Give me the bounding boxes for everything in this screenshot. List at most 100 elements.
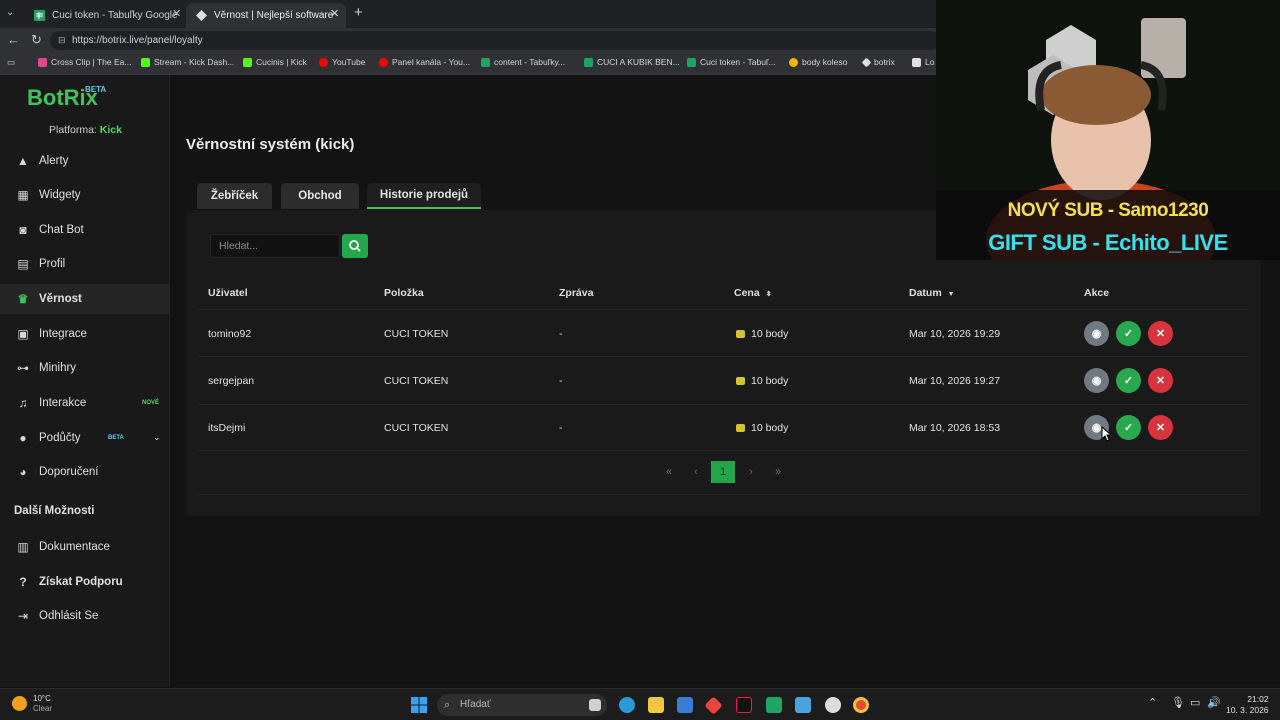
browser-tab-sheets[interactable]: Cuci token - Tabuľky Google xyxy=(24,3,184,28)
cell-item: CUCI TOKEN xyxy=(384,422,449,434)
url-field[interactable]: ⊟ https://botrix.live/panel/loyalty xyxy=(50,31,940,50)
view-button[interactable]: ◉ xyxy=(1084,368,1109,393)
bookmark-item[interactable]: Cross Clip | The Ea... xyxy=(38,57,131,67)
integration-icon: ▣ xyxy=(17,327,29,341)
tab-obchod[interactable]: Obchod xyxy=(281,183,359,209)
close-tab-icon[interactable]: ✕ xyxy=(172,7,181,20)
photos-icon[interactable] xyxy=(795,697,811,713)
pagination-page-1[interactable]: 1 xyxy=(711,461,735,483)
approve-button[interactable]: ✓ xyxy=(1116,321,1141,346)
back-icon[interactable]: ← xyxy=(7,32,20,47)
sheets-icon[interactable] xyxy=(766,697,782,713)
bookmark-item[interactable]: Panel kanála - You... xyxy=(379,57,470,67)
pagination-next[interactable]: › xyxy=(739,461,763,483)
view-button[interactable]: ◉ xyxy=(1084,321,1109,346)
divider xyxy=(198,309,1248,310)
help-icon: ? xyxy=(19,575,27,589)
reject-button[interactable]: ✕ xyxy=(1148,368,1173,393)
weather-icon[interactable] xyxy=(12,696,27,711)
sidebar-item-minihry[interactable]: ⊶ Minihry xyxy=(0,353,170,383)
sidebar-item-odhlasit[interactable]: ⇥ Odhlásit Se xyxy=(0,601,170,631)
pagination-prev[interactable]: ‹ xyxy=(684,461,708,483)
obs-icon[interactable] xyxy=(825,697,841,713)
cell-message: - xyxy=(559,375,563,387)
bookmark-item[interactable]: Cuci token - Tabuľ... xyxy=(687,57,776,67)
volume-icon[interactable]: 🔊 xyxy=(1207,696,1221,709)
sidebar-item-interakce[interactable]: ♫ Interakce NOVÉ xyxy=(0,388,170,418)
column-header-item: Položka xyxy=(384,287,424,299)
bookmark-item[interactable]: Stream - Kick Dash... xyxy=(141,57,234,67)
divider xyxy=(198,356,1248,357)
taskbar-search[interactable]: ⌕ Hľadať xyxy=(437,694,607,716)
close-tab-icon[interactable]: ✕ xyxy=(330,7,339,20)
reject-button[interactable]: ✕ xyxy=(1148,415,1173,440)
windows-start-icon[interactable] xyxy=(411,697,427,713)
bookmark-item[interactable]: Lo xyxy=(912,57,934,67)
app-icon-red[interactable] xyxy=(704,696,723,715)
logo[interactable]: BotRix BETA xyxy=(27,85,106,111)
sidebar-item-alerty[interactable]: ▲ Alerty xyxy=(0,146,170,176)
network-icon[interactable]: ▭ xyxy=(1190,696,1200,709)
sidebar-item-vernost[interactable]: ♛ Věrnost xyxy=(0,284,170,314)
webcam-overlay: NOVÝ SUB - Samo1230 GIFT SUB - Echito_LI… xyxy=(936,0,1280,260)
sidebar-item-dokumentace[interactable]: ▥ Dokumentace xyxy=(0,532,170,562)
edge-icon[interactable] xyxy=(619,697,635,713)
close-icon: ✕ xyxy=(1155,375,1166,387)
column-header-price[interactable]: Cena ⬍ xyxy=(734,287,772,299)
bookmark-item[interactable]: botrix xyxy=(861,57,895,67)
docs-icon: ▥ xyxy=(17,540,29,554)
site-info-icon[interactable]: ⊟ xyxy=(58,31,66,50)
store-icon[interactable] xyxy=(677,697,693,713)
approve-button[interactable]: ✓ xyxy=(1116,368,1141,393)
column-header-date[interactable]: Datum ▼ xyxy=(909,287,955,299)
divider xyxy=(198,494,1248,495)
weather-widget[interactable]: 10°C Clear xyxy=(33,694,52,714)
bookmark-item[interactable]: body koleso xyxy=(789,57,847,67)
mouse-cursor-icon xyxy=(1101,426,1113,442)
robot-icon: ◙ xyxy=(19,223,27,237)
search-input[interactable] xyxy=(210,234,340,258)
tab-list-chevron-icon[interactable]: ⌄ xyxy=(6,7,14,18)
coins-icon xyxy=(736,377,745,385)
bookmark-item[interactable]: Cucinis | Kick xyxy=(243,57,307,67)
search-icon xyxy=(349,240,361,252)
chevron-down-icon[interactable]: ⌄ xyxy=(153,432,161,443)
sort-icon[interactable]: ⬍ xyxy=(766,291,772,298)
pagination-first[interactable]: « xyxy=(657,461,681,483)
reload-icon[interactable]: ↻ xyxy=(31,32,42,48)
sidebar-item-integrace[interactable]: ▣ Integrace xyxy=(0,319,170,349)
sidebar-item-widgety[interactable]: ▦ Widgety xyxy=(0,180,170,210)
file-explorer-icon[interactable] xyxy=(648,697,664,713)
browser-tab-botrix[interactable]: Věrnost | Nejlepší software pro vy... xyxy=(186,3,346,28)
coins-icon xyxy=(736,424,745,432)
cell-item: CUCI TOKEN xyxy=(384,328,449,340)
reject-button[interactable]: ✕ xyxy=(1148,321,1173,346)
gamepad-icon: ⊶ xyxy=(17,361,29,375)
search-button[interactable] xyxy=(342,234,368,258)
tray-chevron-icon[interactable]: ⌃ xyxy=(1148,696,1157,709)
bookmarks-menu-icon[interactable]: ▭ xyxy=(7,57,15,68)
clock[interactable]: 21:02 10. 3. 2026 xyxy=(1226,694,1269,716)
sidebar-item-poducty[interactable]: ● Podůčty BETA ⌄ xyxy=(0,423,170,453)
browser-tab-label: Věrnost | Nejlepší software pro vy... xyxy=(214,10,334,21)
sidebar-item-profil[interactable]: ▤ Profil xyxy=(0,249,170,279)
close-icon: ✕ xyxy=(1155,422,1166,434)
search-icon: ⌕ xyxy=(444,699,451,711)
microphone-icon[interactable]: 🎙 xyxy=(1171,696,1185,709)
bookmark-item[interactable]: content - Tabuľky... xyxy=(481,57,565,67)
sidebar-item-doporuceni[interactable]: ◕ Doporučení xyxy=(0,457,170,487)
bookmark-item[interactable]: CUCI A KUBIK BEN... xyxy=(584,57,680,67)
task-view-icon[interactable] xyxy=(589,699,601,711)
chrome-icon[interactable] xyxy=(853,697,869,713)
sidebar-item-chat-bot[interactable]: ◙ Chat Bot xyxy=(0,215,170,245)
new-tab-icon[interactable]: + xyxy=(354,4,363,21)
tiktok-icon[interactable] xyxy=(736,697,752,713)
tab-zebricek[interactable]: Žebříček xyxy=(197,183,272,209)
pagination-last[interactable]: » xyxy=(766,461,790,483)
approve-button[interactable]: ✓ xyxy=(1116,415,1141,440)
widgets-icon: ▦ xyxy=(17,188,29,202)
tab-historie-prodeju[interactable]: Historie prodejů xyxy=(367,183,481,209)
sort-desc-icon[interactable]: ▼ xyxy=(948,291,955,298)
bookmark-item[interactable]: YouTube xyxy=(319,57,365,67)
sidebar-item-podpora[interactable]: ? Získat Podporu xyxy=(0,567,170,597)
